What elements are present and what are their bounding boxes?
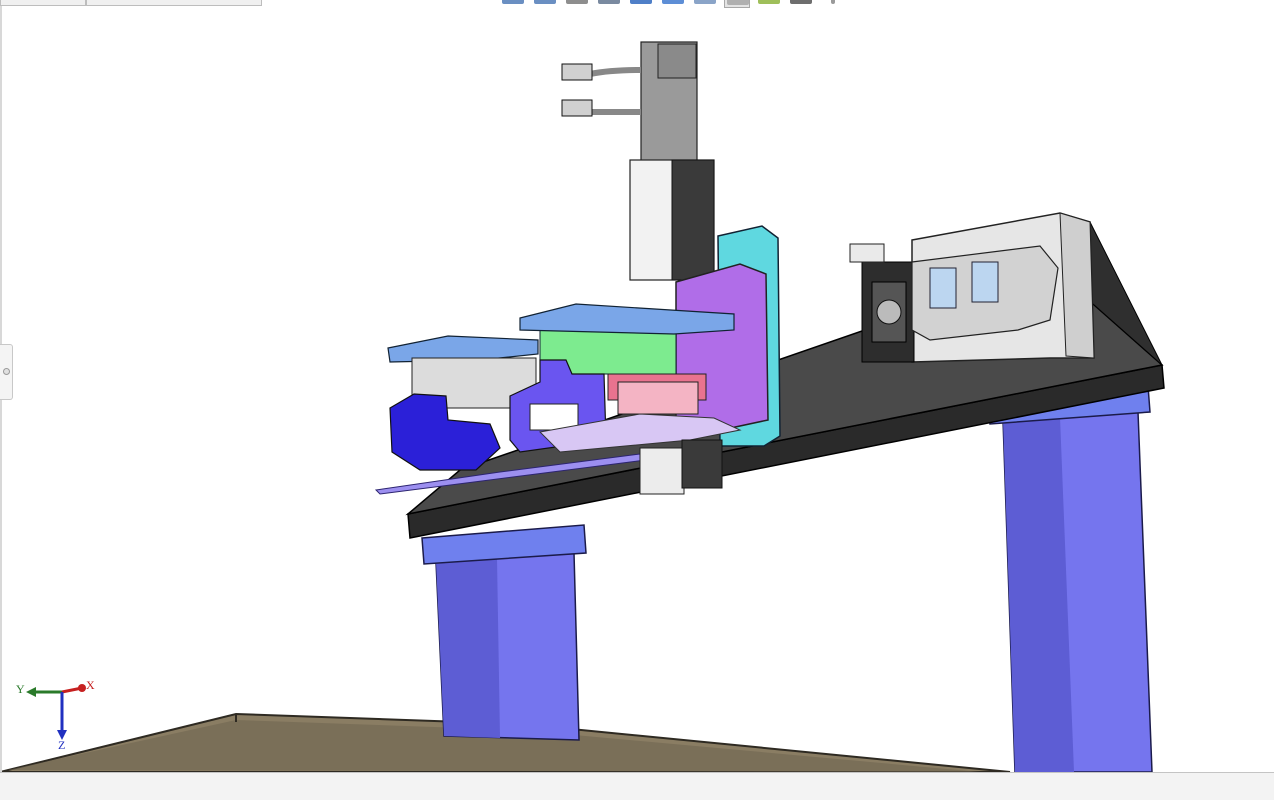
view-settings-button[interactable]	[820, 0, 846, 8]
cable-connector-1	[561, 63, 593, 81]
edit-appearance-icon	[758, 0, 780, 4]
zoom-to-fit-icon	[502, 0, 524, 4]
apply-scene-icon	[790, 0, 812, 4]
heads-up-view-toolbar	[500, 0, 846, 8]
bracket-window-right	[971, 261, 999, 303]
status-bar	[0, 772, 1274, 800]
end-plate-side	[1059, 212, 1095, 359]
triad-z-label: Z	[58, 738, 66, 752]
zoom-to-area-button[interactable]	[532, 0, 558, 8]
pin-icon	[3, 368, 10, 375]
cable-connector-2	[561, 99, 593, 117]
section-view-button[interactable]	[596, 0, 622, 8]
z-axis-slide-side	[671, 159, 715, 281]
gantry-assembly-model[interactable]	[0, 0, 1274, 772]
limit-switch	[849, 243, 885, 263]
hide-show-items-button[interactable]	[724, 0, 750, 8]
triad-x-label: X	[86, 678, 95, 692]
left-column-side	[436, 558, 500, 738]
z-axis-motor-top	[657, 43, 697, 79]
apply-scene-button[interactable]	[788, 0, 814, 8]
motor-cable-1	[589, 67, 642, 77]
dynamic-annotation-views-button[interactable]	[628, 0, 654, 8]
hide-show-items-icon	[727, 0, 749, 5]
document-tab[interactable]	[86, 0, 262, 6]
document-tab[interactable]	[0, 0, 86, 6]
previous-view-icon	[566, 0, 588, 4]
display-style-icon	[694, 0, 716, 4]
x-axis-arrow	[78, 684, 86, 692]
zoom-to-fit-button[interactable]	[500, 0, 526, 8]
task-pane-handle[interactable]	[0, 344, 13, 400]
view-settings-icon	[831, 0, 835, 4]
edit-appearance-button[interactable]	[756, 0, 782, 8]
rear-motor-shaft	[876, 299, 902, 325]
zoom-to-area-icon	[534, 0, 556, 4]
display-style-button[interactable]	[692, 0, 718, 8]
reference-triad: Y X Z	[14, 676, 104, 756]
triad-y-label: Y	[16, 682, 25, 696]
previous-view-button[interactable]	[564, 0, 590, 8]
bracket-window-left	[929, 267, 957, 309]
section-view-icon	[598, 0, 620, 4]
view-orientation-button[interactable]	[660, 0, 686, 8]
dynamic-annotation-views-icon	[630, 0, 652, 4]
y-axis-arrow	[26, 687, 36, 697]
end-effector-bracket	[639, 447, 685, 495]
view-orientation-icon	[662, 0, 684, 4]
document-tabs	[0, 0, 262, 6]
graphics-viewport[interactable]: Y X Z	[0, 0, 1274, 772]
end-effector-bracket-side	[681, 439, 723, 489]
pink-block-face	[617, 381, 699, 415]
